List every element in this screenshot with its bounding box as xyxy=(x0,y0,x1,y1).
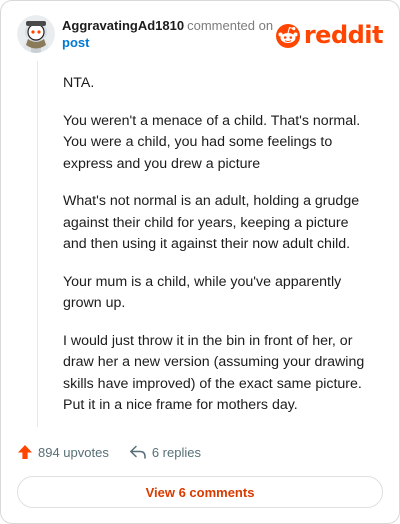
comment-actions: 894 upvotes 6 replies xyxy=(17,441,201,463)
comment-paragraph: I would just throw it in the bin in fron… xyxy=(63,332,365,414)
post-link[interactable]: post xyxy=(62,34,273,51)
upvote-button[interactable]: 894 upvotes xyxy=(17,444,109,460)
reddit-logo[interactable]: reddit xyxy=(275,21,384,49)
avatar[interactable] xyxy=(17,15,55,53)
comment-meta: AggravatingAd1810 commented on post xyxy=(62,17,273,51)
upvote-count: 894 upvotes xyxy=(38,444,109,460)
thread-line xyxy=(37,61,38,427)
reply-arrow-icon xyxy=(129,445,146,459)
view-comments-button[interactable]: View 6 comments xyxy=(17,476,383,508)
author-link[interactable]: AggravatingAd1810 xyxy=(62,18,184,33)
reddit-snoo-logo-icon xyxy=(275,24,300,48)
commented-on-text: commented on xyxy=(187,18,274,33)
upvote-arrow-icon xyxy=(18,445,32,459)
comment-paragraph: NTA. xyxy=(63,75,95,91)
snoo-avatar-icon xyxy=(17,15,55,53)
comment-paragraph: What's not normal is an adult, holding a… xyxy=(63,193,360,252)
comment-paragraph: You weren't a menace of a child. That's … xyxy=(63,112,361,172)
comment-header: AggravatingAd1810 commented on post reddi… xyxy=(17,13,384,57)
embedded-comment-card: AggravatingAd1810 commented on post reddi… xyxy=(0,0,400,524)
replies-button[interactable]: 6 replies xyxy=(129,444,201,460)
reddit-wordmark: reddit xyxy=(303,21,384,49)
replies-count: 6 replies xyxy=(151,444,201,460)
comment-paragraph: Your mum is a child, while you've appare… xyxy=(63,273,342,312)
comment-body: NTA. You weren't a menace of a child. Th… xyxy=(63,73,368,433)
